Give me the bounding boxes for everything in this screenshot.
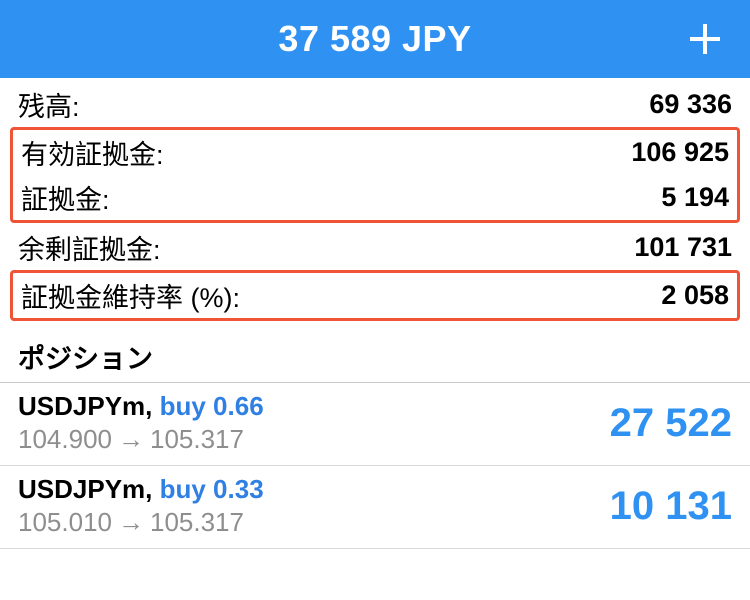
add-icon[interactable] bbox=[688, 22, 722, 56]
account-summary: 残高: 69 336 有効証拠金: 106 925 証拠金: 5 194 余剰証… bbox=[0, 78, 750, 325]
position-current-price: 105.317 bbox=[150, 507, 244, 538]
position-row[interactable]: USDJPYm, buy 0.66 104.900 → 105.317 27 5… bbox=[0, 383, 750, 466]
equity-row: 有効証拠金: 106 925 bbox=[13, 130, 737, 175]
arrow-right-icon: → bbox=[118, 424, 144, 455]
position-profit: 27 522 bbox=[610, 401, 732, 446]
position-current-price: 105.317 bbox=[150, 424, 244, 455]
highlight-group-equity: 有効証拠金: 106 925 証拠金: 5 194 bbox=[10, 127, 740, 223]
positions-section-header: ポジション bbox=[0, 331, 750, 383]
position-details: USDJPYm, buy 0.66 104.900 → 105.317 bbox=[18, 391, 264, 455]
balance-label: 残高: bbox=[18, 85, 80, 124]
arrow-right-icon: → bbox=[118, 507, 144, 538]
free-margin-value: 101 731 bbox=[634, 232, 732, 263]
free-margin-row: 余剰証拠金: 101 731 bbox=[10, 225, 740, 270]
margin-level-label: 証拠金維持率 (%): bbox=[21, 276, 240, 315]
margin-value: 5 194 bbox=[661, 182, 729, 213]
balance-row: 残高: 69 336 bbox=[10, 82, 740, 127]
position-profit: 10 131 bbox=[610, 484, 732, 529]
header-bar: 37 589 JPY bbox=[0, 0, 750, 78]
free-margin-label: 余剰証拠金: bbox=[18, 228, 161, 267]
highlight-group-margin-level: 証拠金維持率 (%): 2 058 bbox=[10, 270, 740, 321]
position-order-type: buy 0.66 bbox=[160, 391, 264, 421]
margin-label: 証拠金: bbox=[21, 178, 110, 217]
margin-level-value: 2 058 bbox=[661, 280, 729, 311]
balance-value: 69 336 bbox=[649, 89, 732, 120]
margin-row: 証拠金: 5 194 bbox=[13, 175, 737, 220]
position-details: USDJPYm, buy 0.33 105.010 → 105.317 bbox=[18, 474, 264, 538]
position-open-price: 104.900 bbox=[18, 424, 112, 455]
position-price-line: 105.010 → 105.317 bbox=[18, 507, 264, 538]
position-symbol: USDJPYm bbox=[18, 391, 145, 421]
position-row[interactable]: USDJPYm, buy 0.33 105.010 → 105.317 10 1… bbox=[0, 466, 750, 549]
position-symbol: USDJPYm bbox=[18, 474, 145, 504]
position-symbol-line: USDJPYm, buy 0.66 bbox=[18, 391, 264, 422]
position-symbol-line: USDJPYm, buy 0.33 bbox=[18, 474, 264, 505]
position-price-line: 104.900 → 105.317 bbox=[18, 424, 264, 455]
account-balance-title: 37 589 JPY bbox=[278, 18, 471, 60]
position-order-type: buy 0.33 bbox=[160, 474, 264, 504]
position-open-price: 105.010 bbox=[18, 507, 112, 538]
equity-value: 106 925 bbox=[631, 137, 729, 168]
equity-label: 有効証拠金: bbox=[21, 133, 164, 172]
margin-level-row: 証拠金維持率 (%): 2 058 bbox=[13, 273, 737, 318]
